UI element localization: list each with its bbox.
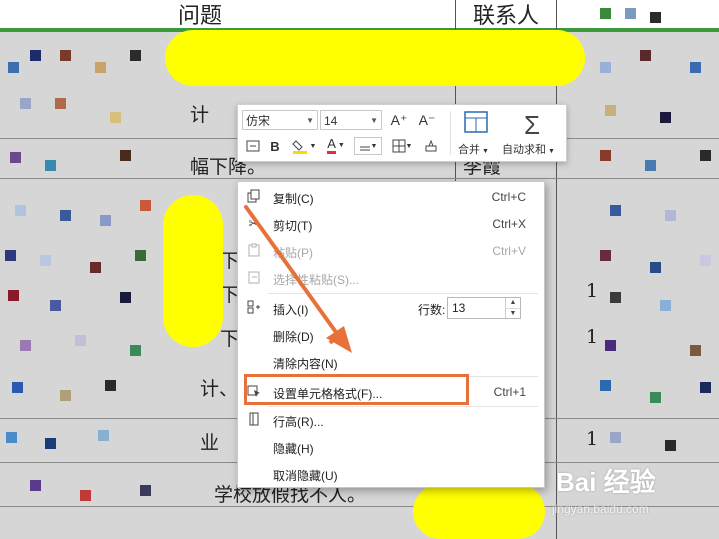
annotation-arrow — [244, 205, 352, 353]
